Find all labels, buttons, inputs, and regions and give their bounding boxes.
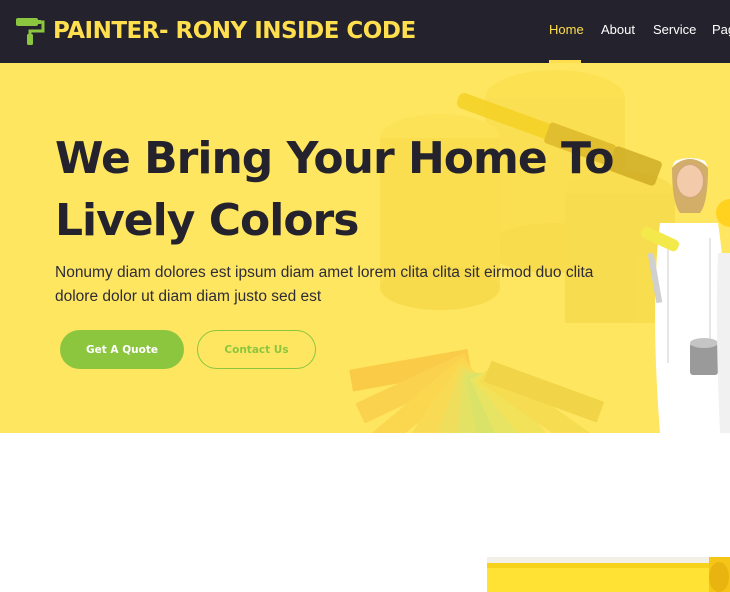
hero-title-line-2: Lively Colors	[55, 195, 359, 246]
hero-section: We Bring Your Home To Lively Colors Nonu…	[0, 63, 730, 433]
about-image	[487, 557, 730, 592]
nav-item-pages[interactable]: Pag	[712, 22, 730, 37]
paint-roller-photo	[487, 557, 730, 592]
nav-item-about[interactable]: About	[601, 22, 635, 37]
paint-roller-icon	[16, 18, 45, 45]
brand-name: PAINTER- RONY INSIDE CODE	[53, 18, 416, 44]
hero-title-line-1: We Bring Your Home To	[55, 133, 614, 184]
contact-us-button[interactable]: Contact Us	[197, 330, 316, 369]
hero-title: We Bring Your Home To Lively Colors	[55, 128, 615, 252]
nav-item-service[interactable]: Service	[653, 22, 696, 37]
get-a-quote-button[interactable]: Get A Quote	[60, 330, 184, 369]
nav-item-home[interactable]: Home	[549, 22, 584, 37]
brand-logo[interactable]: PAINTER- RONY INSIDE CODE	[15, 14, 416, 48]
navbar: PAINTER- RONY INSIDE CODE Home About Ser…	[0, 0, 730, 63]
hero-subtitle: Nonumy diam dolores est ipsum diam amet …	[55, 264, 594, 305]
